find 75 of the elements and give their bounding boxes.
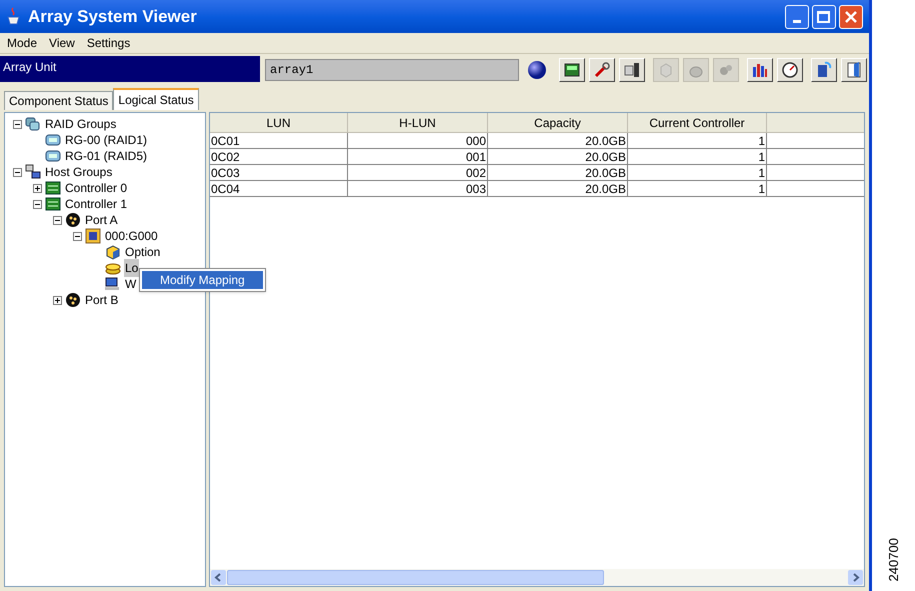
table-cell: 0C04 [210, 181, 348, 196]
column-header[interactable]: Current Controller [628, 113, 767, 132]
minimize-button[interactable] [784, 4, 809, 28]
tab[interactable]: Component Status [4, 91, 114, 110]
table-cell: 0C02 [210, 149, 348, 164]
tree-item[interactable]: Port A [84, 211, 119, 229]
maximize-button[interactable] [812, 4, 836, 28]
collapse-icon[interactable] [53, 216, 62, 224]
circuit-board-icon [45, 180, 61, 196]
menu-item[interactable]: Mode [3, 34, 42, 52]
menu-item[interactable]: View [45, 34, 79, 52]
table-cell: 20.0GB [488, 165, 628, 180]
tree-item[interactable]: RAID Groups [44, 115, 118, 133]
table-cell: 003 [348, 181, 488, 196]
computer-icon [105, 276, 121, 292]
wrench-icon [593, 61, 611, 79]
table-cell: 1 [628, 149, 767, 164]
tree-item[interactable]: RG-00 (RAID1) [64, 131, 148, 149]
cube-icon [105, 244, 121, 260]
tree-item[interactable]: Host Groups [44, 163, 114, 181]
menu-item[interactable]: Modify Mapping [142, 271, 263, 289]
tree-item[interactable]: Port B [84, 291, 120, 309]
collapse-icon[interactable] [13, 168, 22, 176]
table-cell: 20.0GB [488, 133, 628, 148]
table-cell: 0C03 [210, 165, 348, 180]
network-icon [25, 164, 41, 180]
column-header[interactable]: LUN [210, 113, 348, 132]
server-icon [815, 61, 833, 79]
tree-item[interactable]: W [124, 275, 138, 293]
scroll-thumb[interactable] [227, 570, 604, 585]
table-cell: 001 [348, 149, 488, 164]
tab[interactable]: Logical Status [113, 88, 199, 110]
scroll-left-icon[interactable] [211, 570, 226, 585]
scroll-right-icon[interactable] [848, 570, 863, 585]
coffee-cup-icon [6, 6, 22, 26]
port-icon [65, 212, 81, 228]
tree-item[interactable]: 000:G000 [104, 227, 159, 245]
tree-item[interactable]: Option [124, 243, 162, 261]
panel-icon [623, 61, 641, 79]
tree-item[interactable]: Controller 1 [64, 195, 128, 213]
horizontal-scrollbar[interactable] [210, 569, 864, 586]
close-icon [844, 10, 858, 24]
bar-chart-icon [751, 61, 769, 79]
gauge-icon [781, 61, 799, 79]
close-button[interactable] [838, 4, 863, 28]
table-cell: 000 [348, 133, 488, 148]
disk-group-icon [25, 116, 41, 132]
window-title: Array System Viewer [28, 6, 197, 28]
table-cell: 0C01 [210, 133, 348, 148]
table-cell: 1 [628, 181, 767, 196]
tree-item[interactable]: Controller 0 [64, 179, 128, 197]
collapse-icon[interactable] [13, 120, 22, 128]
folder-icon [85, 228, 101, 244]
tree-item[interactable]: Lo [124, 259, 140, 277]
column-header[interactable]: H-LUN [348, 113, 488, 132]
collapse-icon[interactable] [73, 232, 82, 240]
table-cell: 002 [348, 165, 488, 180]
array-unit-label: Array Unit [0, 56, 260, 82]
figure-number: 240700 [884, 538, 902, 581]
door-icon [845, 61, 863, 79]
table-cell: 20.0GB [488, 149, 628, 164]
status-globe-icon [527, 60, 547, 80]
monitor-icon [563, 61, 581, 79]
tree-item[interactable]: RG-01 (RAID5) [64, 147, 148, 165]
menu-item[interactable]: Settings [82, 34, 134, 52]
port-icon [65, 292, 81, 308]
collapse-icon[interactable] [33, 200, 42, 208]
array-name-field: array1 [265, 59, 519, 81]
table-cell: 1 [628, 133, 767, 148]
table-cell: 1 [628, 165, 767, 180]
expand-icon[interactable] [53, 296, 62, 304]
column-header[interactable]: Capacity [488, 113, 628, 132]
expand-icon[interactable] [33, 184, 42, 192]
circuit-board-icon [45, 196, 61, 212]
table-cell: 20.0GB [488, 181, 628, 196]
